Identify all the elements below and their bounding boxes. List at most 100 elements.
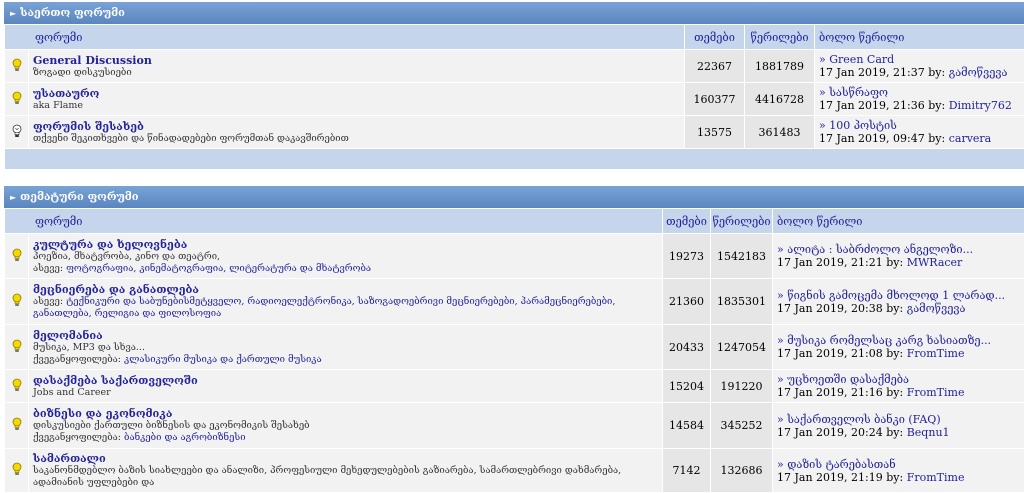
- table-row: მეცნიერება და განათლებაასევე: ტექნიკური …: [5, 279, 1024, 325]
- table-row: სამართალისაკანონმდებლო ბაზის სიახლეები დ…: [5, 449, 1024, 493]
- topics-count: 160377: [685, 83, 745, 116]
- last-post-prefix: »: [777, 413, 784, 426]
- subforum-links[interactable]: ტექნიკური და საბუნებისმეტყველო, რადიოელე…: [33, 296, 615, 319]
- topics-count: 21360: [663, 279, 711, 325]
- last-post-prefix: »: [777, 289, 784, 302]
- last-post-prefix: »: [777, 373, 784, 386]
- last-post-user-link[interactable]: Beqnu1: [907, 426, 950, 439]
- column-header-posts: წერილები: [711, 209, 773, 234]
- posts-count: 132686: [711, 449, 773, 493]
- forum-link[interactable]: სამართალი: [33, 452, 658, 465]
- last-post-user-link[interactable]: გამოწვევა: [949, 66, 1008, 79]
- last-post-date: 17 Jan 2019, 21:08 by:: [777, 347, 903, 360]
- lightbulb-on-icon: [12, 293, 22, 307]
- last-post-prefix: »: [819, 53, 826, 66]
- subforum-links[interactable]: ფოტოგრაფია, კინემატოგრაფია, ლიტერატურა დ…: [66, 263, 371, 274]
- last-post-prefix: »: [819, 119, 826, 132]
- topics-count: 13575: [685, 116, 745, 149]
- forum-link[interactable]: General Discussion: [33, 54, 680, 67]
- last-post-date: 17 Jan 2019, 21:16 by:: [777, 386, 903, 399]
- lightbulb-on-icon: [12, 417, 22, 431]
- last-post-date: 17 Jan 2019, 21:36 by:: [819, 99, 945, 112]
- last-post-prefix: »: [777, 458, 784, 471]
- last-post-prefix: »: [777, 334, 784, 347]
- last-post-date: 17 Jan 2019, 21:37 by:: [819, 66, 945, 79]
- forum-link[interactable]: დასაქმება საქართველოში: [33, 374, 658, 387]
- last-post-date: 17 Jan 2019, 09:47 by:: [819, 132, 945, 145]
- general-forum-block: ►საერთო ფორუმი ფორუმი თემები წერილები ბო…: [4, 2, 1024, 170]
- category-title: საერთო ფორუმი: [20, 6, 125, 19]
- last-post-user-link[interactable]: FromTime: [907, 347, 965, 360]
- last-post-link[interactable]: საქართველოს ბანკი (FAQ): [787, 413, 940, 426]
- lightbulb-on-icon: [12, 248, 22, 262]
- column-header-topics: თემები: [663, 209, 711, 234]
- last-post-date: 17 Jan 2019, 20:24 by:: [777, 426, 903, 439]
- posts-count: 1881789: [745, 50, 815, 83]
- last-post-date: 17 Jan 2019, 20:38 by:: [777, 302, 903, 315]
- column-header-last-post: ბოლო წერილი: [773, 209, 1024, 234]
- forum-description: პოეზია, მხატვრობა, კინო და თეატრი,: [33, 251, 658, 263]
- table-footer: [5, 149, 1024, 170]
- last-post-link[interactable]: წიგნის გამოცემა მხოლოდ 1 ლარად...: [787, 289, 1005, 302]
- last-post-user-link[interactable]: FromTime: [907, 471, 965, 484]
- last-post-link[interactable]: ალიტა : საბრძოლო ანგელოზი...: [787, 243, 973, 256]
- subforum-label: ასევე:: [33, 263, 63, 274]
- table-row: ბიზნესი და ეკონომიკადისკუსიები ქართული ბ…: [5, 403, 1024, 449]
- subforum-label: ასევე:: [33, 296, 63, 307]
- column-header-posts: წერილები: [745, 25, 815, 50]
- forum-link[interactable]: მეცნიერება და განათლება: [33, 283, 658, 296]
- table-row: მელომანიამუსიკა, MP3 და სხვა...ქვეგანყოფ…: [5, 325, 1024, 370]
- last-post-link[interactable]: უცხოეთში დასაქმება: [787, 373, 909, 386]
- table-row: უსათაუროaka Flame 160377 4416728 » სასწრ…: [5, 83, 1024, 116]
- forum-description: დისკუსიები ქართული ბიზნესის და ეკონომიკი…: [33, 420, 658, 432]
- last-post-link[interactable]: მუსიკა რომელსაც კარგ ხასიათზე...: [787, 334, 991, 347]
- forum-link[interactable]: კულტურა და ხელოვნება: [33, 238, 658, 251]
- lightbulb-off-icon: [12, 124, 22, 138]
- column-header-last-post: ბოლო წერილი: [815, 25, 1024, 50]
- lightbulb-on-icon: [12, 339, 22, 353]
- forum-table-general: ფორუმი თემები წერილები ბოლო წერილი Gener…: [4, 24, 1024, 170]
- last-post-link[interactable]: დაზის ტარებასთან: [787, 458, 895, 471]
- forum-link[interactable]: ფორუმის შესახებ: [33, 120, 680, 133]
- subforum-links[interactable]: ბანკები და აგრობიზნესი: [124, 432, 245, 443]
- category-header-general[interactable]: ►საერთო ფორუმი: [4, 2, 1024, 24]
- lightbulb-on-icon: [12, 91, 22, 105]
- forum-description: საკანონმდებლო ბაზის სიახლეები და ანალიზი…: [33, 465, 658, 489]
- last-post-date: 17 Jan 2019, 21:21 by:: [777, 256, 903, 269]
- lightbulb-on-icon: [12, 462, 22, 476]
- subforum-links[interactable]: კლასიკური მუსიკა და ქართული მუსიკა: [124, 354, 322, 365]
- column-header-forum: ფორუმი: [5, 209, 663, 234]
- category-header-thematic[interactable]: ► თემატური ფორუმი: [4, 186, 1024, 208]
- last-post-prefix: »: [777, 243, 784, 256]
- forum-description: ზოგადი დისკუსიები: [33, 67, 680, 79]
- forum-description: თქვენი შეკითხვები და წინადადებები ფორუმთ…: [33, 133, 680, 145]
- topics-count: 20433: [663, 325, 711, 370]
- forum-link[interactable]: უსათაურო: [33, 87, 680, 100]
- arrow-right-icon: ►: [10, 192, 16, 202]
- forum-link[interactable]: მელომანია: [33, 329, 658, 342]
- last-post-user-link[interactable]: FromTime: [907, 386, 965, 399]
- last-post-user-link[interactable]: MWRacer: [907, 256, 963, 269]
- last-post-prefix: »: [819, 86, 826, 99]
- posts-count: 1247054: [711, 325, 773, 370]
- subforum-label: ქვეგანყოფილება:: [33, 354, 121, 365]
- topics-count: 7142: [663, 449, 711, 493]
- forum-description: მუსიკა, MP3 და სხვა...: [33, 342, 658, 354]
- last-post-user-link[interactable]: carvera: [949, 132, 992, 145]
- last-post-date: 17 Jan 2019, 21:19 by:: [777, 471, 903, 484]
- lightbulb-on-icon: [12, 58, 22, 72]
- last-post-link[interactable]: სასწრაფო: [829, 86, 888, 99]
- topics-count: 19273: [663, 234, 711, 279]
- forum-link[interactable]: ბიზნესი და ეკონომიკა: [33, 407, 658, 420]
- last-post-user-link[interactable]: გამოწვევა: [907, 302, 966, 315]
- category-title: თემატური ფორუმი: [20, 190, 138, 203]
- posts-count: 361483: [745, 116, 815, 149]
- table-row: General Discussionზოგადი დისკუსიები 2236…: [5, 50, 1024, 83]
- last-post-link[interactable]: 100 პოსტის: [829, 119, 897, 132]
- forum-description: Jobs and Career: [33, 387, 658, 399]
- table-row: ფორუმის შესახებთქვენი შეკითხვები და წინა…: [5, 116, 1024, 149]
- topics-count: 22367: [685, 50, 745, 83]
- thematic-forum-block: ►თემატური ფორუმი ფორუმი თემები წერილები …: [4, 186, 1024, 493]
- last-post-user-link[interactable]: Dimitry762: [949, 99, 1012, 112]
- last-post-link[interactable]: Green Card: [829, 53, 894, 66]
